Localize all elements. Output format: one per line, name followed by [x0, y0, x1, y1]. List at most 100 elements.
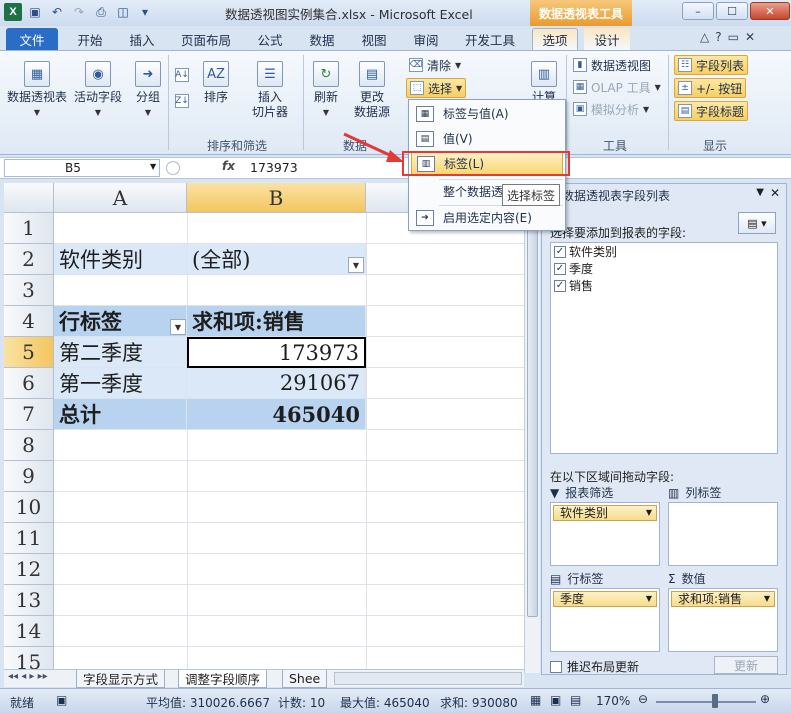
- print-preview-icon[interactable]: ◫: [114, 3, 132, 21]
- pane-menu-icon[interactable]: ▼: [756, 187, 764, 198]
- name-box[interactable]: B5: [4, 159, 160, 177]
- formula-bar-resize-handle[interactable]: [166, 161, 180, 175]
- grand-total-label-cell[interactable]: 总计: [54, 399, 187, 430]
- row-header[interactable]: 3: [4, 275, 54, 306]
- update-button[interactable]: 更新: [714, 656, 778, 674]
- sheet-tab[interactable]: Shee: [282, 670, 328, 688]
- column-header-a[interactable]: A: [54, 183, 187, 213]
- page-layout-view-icon[interactable]: ▣: [550, 693, 561, 707]
- what-if-button[interactable]: ▣ 模拟分析 ▼: [570, 99, 652, 119]
- macro-record-icon[interactable]: ▣: [56, 693, 67, 707]
- scroll-thumb[interactable]: [527, 187, 538, 617]
- tab-formulas[interactable]: 公式: [250, 28, 290, 50]
- row-field-chip[interactable]: 季度 ▼: [553, 591, 657, 607]
- menu-item-values[interactable]: ▤ 值(V): [411, 127, 563, 150]
- worksheet-grid[interactable]: A B 1 2 3 4 5 6 7 8 9 10 11 12 13 14 15 软件类别 (全部) ▼ 行标…: [4, 183, 524, 673]
- filter-dropdown-icon[interactable]: ▼: [348, 257, 364, 273]
- tab-options[interactable]: 选项: [532, 28, 578, 50]
- checkbox-checked-icon[interactable]: ✓: [554, 279, 566, 292]
- close-button[interactable]: ✕: [750, 2, 790, 20]
- zoom-in-icon[interactable]: ⊕: [760, 692, 770, 706]
- pane-layout-button[interactable]: ▤ ▾: [738, 212, 776, 234]
- tab-file[interactable]: 文件: [6, 28, 58, 50]
- tab-data[interactable]: 数据: [302, 28, 342, 50]
- restore-window-icon[interactable]: ▭: [728, 30, 739, 44]
- refresh-button[interactable]: ↻ 刷新 ▼: [308, 61, 344, 120]
- row-header[interactable]: 5: [4, 337, 54, 368]
- page-break-view-icon[interactable]: ▤: [570, 693, 581, 707]
- menu-item-enable-selection[interactable]: ➔ 启用选定内容(E): [411, 206, 563, 229]
- row-label-cell[interactable]: 第一季度: [54, 368, 187, 399]
- select-button[interactable]: ⬚ 选择 ▼: [406, 78, 467, 98]
- horizontal-scrollbar[interactable]: [334, 672, 522, 685]
- row-header[interactable]: 11: [4, 523, 54, 554]
- row-header[interactable]: 12: [4, 554, 54, 585]
- minimize-ribbon-icon[interactable]: △: [700, 30, 709, 44]
- grand-total-value-cell[interactable]: 465040: [187, 399, 366, 430]
- field-list-toggle[interactable]: ☷ 字段列表: [674, 55, 749, 75]
- field-item[interactable]: ✓ 软件类别: [551, 243, 777, 260]
- sheet-tab[interactable]: 字段显示方式: [76, 670, 166, 688]
- column-header-b[interactable]: B: [187, 183, 366, 213]
- field-item[interactable]: ✓ 销售: [551, 277, 777, 294]
- row-labels-header-cell[interactable]: 行标签: [54, 306, 187, 337]
- insert-function-icon[interactable]: fx: [222, 159, 235, 173]
- tab-design[interactable]: 设计: [584, 28, 630, 50]
- column-labels-zone[interactable]: [668, 502, 778, 566]
- tab-insert[interactable]: 插入: [122, 28, 162, 50]
- pivot-chart-button[interactable]: ▮ 数据透视图: [570, 55, 654, 75]
- report-filter-zone[interactable]: 软件类别 ▼: [550, 502, 660, 566]
- defer-update-option[interactable]: 推迟布局更新: [550, 658, 639, 675]
- sheet-tab-active[interactable]: 调整字段顺序: [178, 670, 268, 688]
- row-label-cell[interactable]: 第二季度: [54, 337, 187, 368]
- customize-qat-icon[interactable]: ▾: [136, 3, 154, 21]
- maximize-button[interactable]: ☐: [716, 2, 748, 20]
- values-zone[interactable]: 求和项:销售 ▼: [668, 588, 778, 652]
- row-header[interactable]: 10: [4, 492, 54, 523]
- selected-value-cell[interactable]: 173973: [187, 337, 366, 368]
- sort-za-button[interactable]: Z↓: [172, 91, 192, 111]
- checkbox-checked-icon[interactable]: ✓: [554, 262, 566, 275]
- field-headers-toggle[interactable]: ▤ 字段标题: [674, 101, 749, 121]
- name-box-dropdown-icon[interactable]: ▼: [150, 162, 156, 171]
- zoom-level[interactable]: 170%: [596, 694, 630, 708]
- insert-slicer-button[interactable]: ☰ 插入 切片器: [244, 61, 296, 120]
- row-labels-filter-icon[interactable]: ▼: [170, 319, 186, 335]
- tab-view[interactable]: 视图: [354, 28, 394, 50]
- row-header[interactable]: 13: [4, 585, 54, 616]
- help-icon[interactable]: ?: [715, 30, 721, 44]
- normal-view-icon[interactable]: ▦: [530, 693, 541, 707]
- row-header[interactable]: 8: [4, 430, 54, 461]
- row-header[interactable]: 6: [4, 368, 54, 399]
- checkbox-unchecked-icon[interactable]: [550, 660, 562, 673]
- value-field-chip[interactable]: 求和项:销售 ▼: [671, 591, 775, 607]
- excel-app-icon[interactable]: X: [4, 3, 22, 21]
- zoom-slider-handle[interactable]: [712, 694, 718, 708]
- vertical-scrollbar[interactable]: [524, 183, 540, 673]
- clear-button[interactable]: ⌫ 清除 ▼: [406, 55, 464, 75]
- tab-home[interactable]: 开始: [70, 28, 110, 50]
- olap-tools-button[interactable]: ▦ OLAP 工具 ▼: [570, 77, 664, 97]
- row-header[interactable]: 4: [4, 306, 54, 337]
- select-all-corner[interactable]: [4, 183, 54, 213]
- menu-item-labels-and-values[interactable]: ▦ 标签与值(A): [411, 102, 563, 125]
- sum-header-cell[interactable]: 求和项:销售: [187, 306, 366, 337]
- change-source-button[interactable]: ▤ 更改 数据源: [348, 61, 396, 120]
- row-header[interactable]: 1: [4, 213, 54, 244]
- pivot-table-button[interactable]: ▦ 数据透视表 ▼: [6, 61, 68, 120]
- zoom-out-icon[interactable]: ⊖: [638, 692, 648, 706]
- filter-field-chip[interactable]: 软件类别 ▼: [553, 505, 657, 521]
- redo-icon[interactable]: ↷: [70, 3, 88, 21]
- zoom-slider[interactable]: [656, 701, 756, 703]
- filter-value-cell[interactable]: (全部): [187, 244, 366, 275]
- close-workbook-icon[interactable]: ✕: [745, 30, 755, 44]
- sort-button[interactable]: AZ 排序: [198, 61, 234, 105]
- checkbox-checked-icon[interactable]: ✓: [554, 245, 566, 258]
- row-header[interactable]: 9: [4, 461, 54, 492]
- print-icon[interactable]: ⎙: [92, 3, 110, 21]
- plus-minus-toggle[interactable]: ± +/- 按钮: [674, 78, 747, 98]
- filter-label-cell[interactable]: 软件类别: [54, 244, 187, 275]
- row-header[interactable]: 14: [4, 616, 54, 647]
- tab-page-layout[interactable]: 页面布局: [174, 28, 238, 50]
- active-field-button[interactable]: ◉ 活动字段 ▼: [70, 61, 126, 120]
